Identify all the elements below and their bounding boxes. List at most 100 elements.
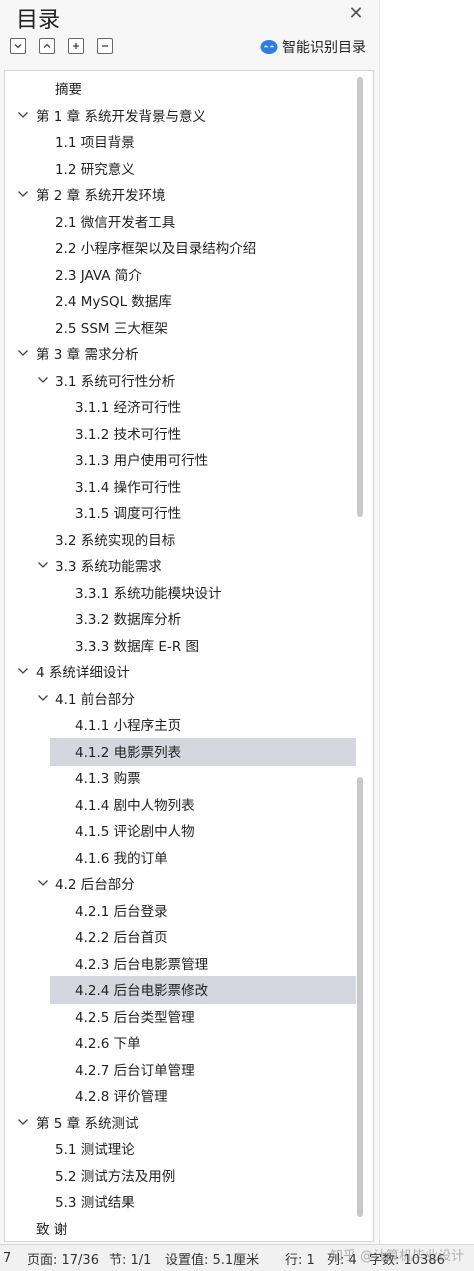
toc-item[interactable]: 3.1.4 操作可行性 xyxy=(5,473,360,499)
toc-item-label: 3.1.4 操作可行性 xyxy=(75,479,182,496)
toc-item[interactable]: 第 1 章 系统开发背景与意义 xyxy=(5,102,360,128)
chevron-down-icon[interactable] xyxy=(17,665,29,677)
toc-item[interactable]: 第 3 章 需求分析 xyxy=(5,340,360,366)
watermark: 知乎 @计算机毕业设计 xyxy=(330,1249,465,1264)
toc-item[interactable]: 3.1.3 用户使用可行性 xyxy=(5,446,360,472)
toc-item-label: 3.1.2 技术可行性 xyxy=(75,426,182,443)
toc-item-label: 4.1.5 评论剧中人物 xyxy=(75,824,195,840)
toc-item-label: 2.5 SSM 三大框架 xyxy=(55,320,168,337)
toc-item-label: 5.3 测试结果 xyxy=(55,1195,135,1211)
toc-item[interactable]: 4.2.1 后台登录 xyxy=(5,897,360,923)
collapse-down-icon[interactable] xyxy=(10,38,26,54)
toc-item[interactable]: 4.2.2 后台首页 xyxy=(5,923,360,949)
toc-item[interactable]: 4.2.8 评价管理 xyxy=(5,1082,360,1108)
toc-item[interactable]: 4.1.6 我的订单 xyxy=(5,844,360,870)
toc-item-label: 1.1 项目背景 xyxy=(55,135,135,151)
toc-item[interactable]: 3.2 系统实现的目标 xyxy=(5,526,360,552)
toc-item[interactable]: 3.1.5 调度可行性 xyxy=(5,499,360,525)
toc-item[interactable]: 3.3.2 数据库分析 xyxy=(5,605,360,631)
toc-item[interactable]: 2.3 JAVA 简介 xyxy=(5,261,360,287)
chevron-down-icon[interactable] xyxy=(37,559,49,571)
toc-item[interactable]: 4.2.7 后台订单管理 xyxy=(5,1056,360,1082)
toc-item[interactable]: 4.2.5 后台类型管理 xyxy=(5,1003,360,1029)
chevron-down-icon[interactable] xyxy=(17,188,29,200)
toc-item-label: 第 2 章 系统开发环境 xyxy=(36,188,166,204)
toc-item[interactable]: 4.1.1 小程序主页 xyxy=(5,711,360,737)
toc-item-label: 4.2.1 后台登录 xyxy=(75,903,168,920)
toc-item[interactable]: 2.2 小程序框架以及目录结构介绍 xyxy=(5,234,360,260)
toc-item-label: 第 3 章 需求分析 xyxy=(36,347,139,363)
toc-item-label: 3.1.5 调度可行性 xyxy=(75,506,182,522)
toc-item[interactable]: 3.1.2 技术可行性 xyxy=(5,420,360,446)
toc-item-label: 4.1.3 购票 xyxy=(75,771,141,787)
toc-item[interactable]: 5.1 测试理论 xyxy=(5,1135,360,1161)
toc-item-label: 4.2.5 后台类型管理 xyxy=(75,1009,195,1026)
toc-item[interactable]: 1.2 研究意义 xyxy=(5,155,360,181)
toc-item[interactable]: 4.2.6 下单 xyxy=(5,1029,360,1055)
toc-item[interactable]: 4 系统详细设计 xyxy=(5,658,360,684)
toc-item[interactable]: 1.1 项目背景 xyxy=(5,128,360,154)
chevron-down-icon[interactable] xyxy=(37,692,49,704)
toc-item[interactable]: 2.4 MySQL 数据库 xyxy=(5,287,360,313)
toc-item-label: 4.1.4 剧中人物列表 xyxy=(75,797,195,814)
toc-item[interactable]: 4.1.3 购票 xyxy=(5,764,360,790)
toc-item-label: 4.2.4 后台电影票修改 xyxy=(75,983,209,999)
toc-item[interactable]: 4.1.4 剧中人物列表 xyxy=(5,791,360,817)
toc-item-label: 3.2 系统实现的目标 xyxy=(55,532,176,549)
minus-icon[interactable] xyxy=(97,38,113,54)
toc-item[interactable]: 摘要 xyxy=(5,75,360,101)
toc-item[interactable]: 4.2 后台部分 xyxy=(5,870,360,896)
chevron-down-icon[interactable] xyxy=(17,109,29,121)
toc-item[interactable]: 5.2 测试方法及用例 xyxy=(5,1162,360,1188)
toc-item-label: 1.2 研究意义 xyxy=(55,161,135,178)
toc-item-label: 4.1 前台部分 xyxy=(55,691,135,708)
toc-item[interactable]: 2.5 SSM 三大框架 xyxy=(5,314,360,340)
toc-item[interactable]: 第 5 章 系统测试 xyxy=(5,1109,360,1135)
toc-item-label: 4.1.1 小程序主页 xyxy=(75,718,182,734)
toc-tree: 摘要第 1 章 系统开发背景与意义 1.1 项目背景 1.2 研究意义第 2 章 系… xyxy=(4,70,374,1242)
status-setting: 设置值: 5.1厘米 xyxy=(165,1252,260,1268)
toc-item-label: 4 系统详细设计 xyxy=(36,665,130,681)
status-section: 节: 1/1 xyxy=(109,1252,152,1268)
toc-item-label: 5.2 测试方法及用例 xyxy=(55,1168,176,1185)
toc-item[interactable]: 4.1.5 评论剧中人物 xyxy=(5,817,360,843)
toc-item[interactable]: 3.3.1 系统功能模块设计 xyxy=(5,579,360,605)
toc-panel: 目录 ✕ 智能识别目录 摘要第 1 章 系统开发背景与意义 1.1 项目背景 1.2… xyxy=(0,0,380,1244)
chevron-down-icon[interactable] xyxy=(17,1116,29,1128)
smart-recognize-button[interactable]: 智能识别目录 xyxy=(260,37,366,57)
toc-item[interactable]: 4.1.2 电影票列表 xyxy=(5,737,360,766)
toc-item[interactable]: 4.1 前台部分 xyxy=(5,685,360,711)
toc-item-label: 4.2.6 下单 xyxy=(75,1036,141,1052)
toc-item[interactable]: 3.1 系统可行性分析 xyxy=(5,367,360,393)
toc-item[interactable]: 4.2.3 后台电影票管理 xyxy=(5,950,360,976)
toc-item[interactable]: 第 2 章 系统开发环境 xyxy=(5,181,360,207)
toc-item-label: 第 5 章 系统测试 xyxy=(36,1115,139,1132)
toc-item-label: 4.1.2 电影票列表 xyxy=(75,744,182,761)
toc-item-label: 致 谢 xyxy=(36,1221,68,1238)
plus-icon[interactable] xyxy=(68,38,84,54)
toc-item-label: 4.2.7 后台订单管理 xyxy=(75,1062,195,1079)
toc-item-label: 3.3.2 数据库分析 xyxy=(75,612,182,628)
toc-item[interactable]: 致 谢 xyxy=(5,1215,360,1241)
chevron-down-icon[interactable] xyxy=(37,374,49,386)
status-page[interactable]: 页面: 17/36 xyxy=(27,1249,109,1268)
toc-item[interactable]: 3.1.1 经济可行性 xyxy=(5,393,360,419)
toc-item-label: 4.2.3 后台电影票管理 xyxy=(75,956,209,973)
toc-item-label: 摘要 xyxy=(55,82,82,98)
close-icon[interactable]: ✕ xyxy=(346,4,366,24)
toc-item-label: 4.1.6 我的订单 xyxy=(75,850,168,867)
expand-up-icon[interactable] xyxy=(39,38,55,54)
toc-item[interactable]: 4.2.4 后台电影票修改 xyxy=(5,976,360,1004)
toc-item-label: 3.1.3 用户使用可行性 xyxy=(75,453,209,469)
status-row: 行: 1 xyxy=(285,1252,315,1268)
chevron-down-icon[interactable] xyxy=(17,347,29,359)
status-fragment: 7 xyxy=(3,1250,12,1266)
smart-recognize-label: 智能识别目录 xyxy=(282,40,366,56)
toc-item[interactable]: 3.3 系统功能需求 xyxy=(5,552,360,578)
toc-item[interactable]: 3.3.3 数据库 E-R 图 xyxy=(5,632,360,658)
toc-item[interactable]: 2.1 微信开发者工具 xyxy=(5,208,360,234)
toc-item-label: 3.1 系统可行性分析 xyxy=(55,373,176,390)
chevron-down-icon[interactable] xyxy=(37,877,49,889)
toc-item[interactable]: 5.3 测试结果 xyxy=(5,1188,360,1214)
panel-title: 目录 xyxy=(16,8,61,33)
